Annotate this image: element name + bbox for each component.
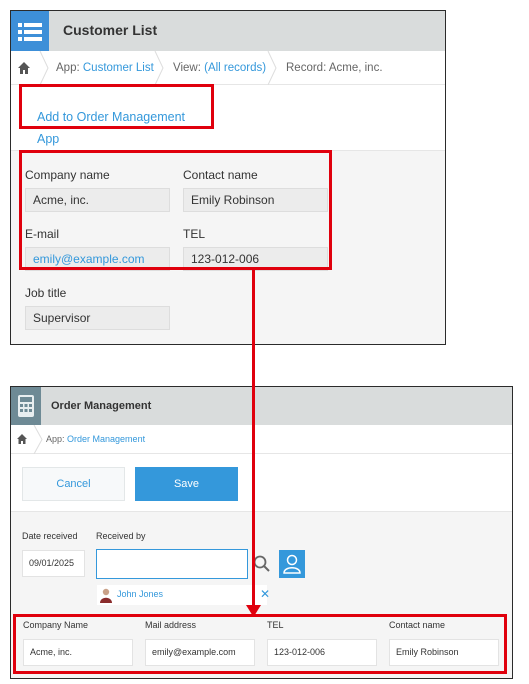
highlight-add-button (19, 84, 214, 129)
mapping-arrow-line (252, 270, 255, 610)
breadcrumb-separator (39, 51, 49, 85)
breadcrumb-view-link[interactable]: (All records) (204, 62, 266, 74)
highlight-target-fields (13, 614, 507, 674)
mapping-arrow-head (246, 604, 261, 617)
breadcrumb: App: Order Management (11, 425, 512, 454)
breadcrumb-app[interactable]: App: Customer List (56, 51, 154, 85)
highlight-source-fields (19, 150, 332, 270)
breadcrumb-app[interactable]: App: Order Management (46, 425, 145, 454)
breadcrumb: App: Customer List View: (All records) R… (11, 51, 445, 85)
received-by-label: Received by (96, 531, 146, 541)
breadcrumb-view-prefix: View: (173, 62, 201, 74)
breadcrumb-separator (154, 51, 164, 85)
app-title: Customer List (63, 22, 158, 38)
home-icon[interactable] (17, 51, 31, 85)
remove-icon[interactable]: ✕ (260, 587, 270, 601)
breadcrumb-separator (33, 425, 43, 454)
received-by-input[interactable] (96, 549, 248, 579)
breadcrumb-app-prefix: App: (56, 62, 80, 74)
breadcrumb-record: Record: Acme, inc. (286, 62, 383, 74)
breadcrumb-app-prefix: App: (46, 434, 65, 444)
date-received-label: Date received (22, 531, 78, 541)
user-avatar-icon (99, 587, 113, 603)
save-button[interactable]: Save (135, 467, 238, 501)
phone-app-icon[interactable] (11, 387, 41, 425)
breadcrumb-app-link[interactable]: Customer List (83, 62, 154, 74)
breadcrumb-view[interactable]: View: (All records) (173, 51, 266, 85)
app-title: Order Management (51, 400, 152, 412)
cancel-button[interactable]: Cancel (22, 467, 125, 501)
user-picker-icon[interactable] (279, 550, 305, 578)
list-app-icon[interactable] (11, 11, 49, 51)
breadcrumb-separator (267, 51, 277, 85)
selected-user-name[interactable]: John Jones (117, 589, 163, 599)
job-title-value: Supervisor (25, 306, 170, 330)
search-icon[interactable] (252, 553, 272, 575)
selected-user-chip: John Jones ✕ (97, 585, 270, 605)
job-title-label: Job title (25, 286, 67, 300)
date-received-input[interactable]: 09/01/2025 (22, 550, 85, 577)
breadcrumb-app-link[interactable]: Order Management (67, 434, 145, 444)
home-icon[interactable] (16, 425, 28, 454)
